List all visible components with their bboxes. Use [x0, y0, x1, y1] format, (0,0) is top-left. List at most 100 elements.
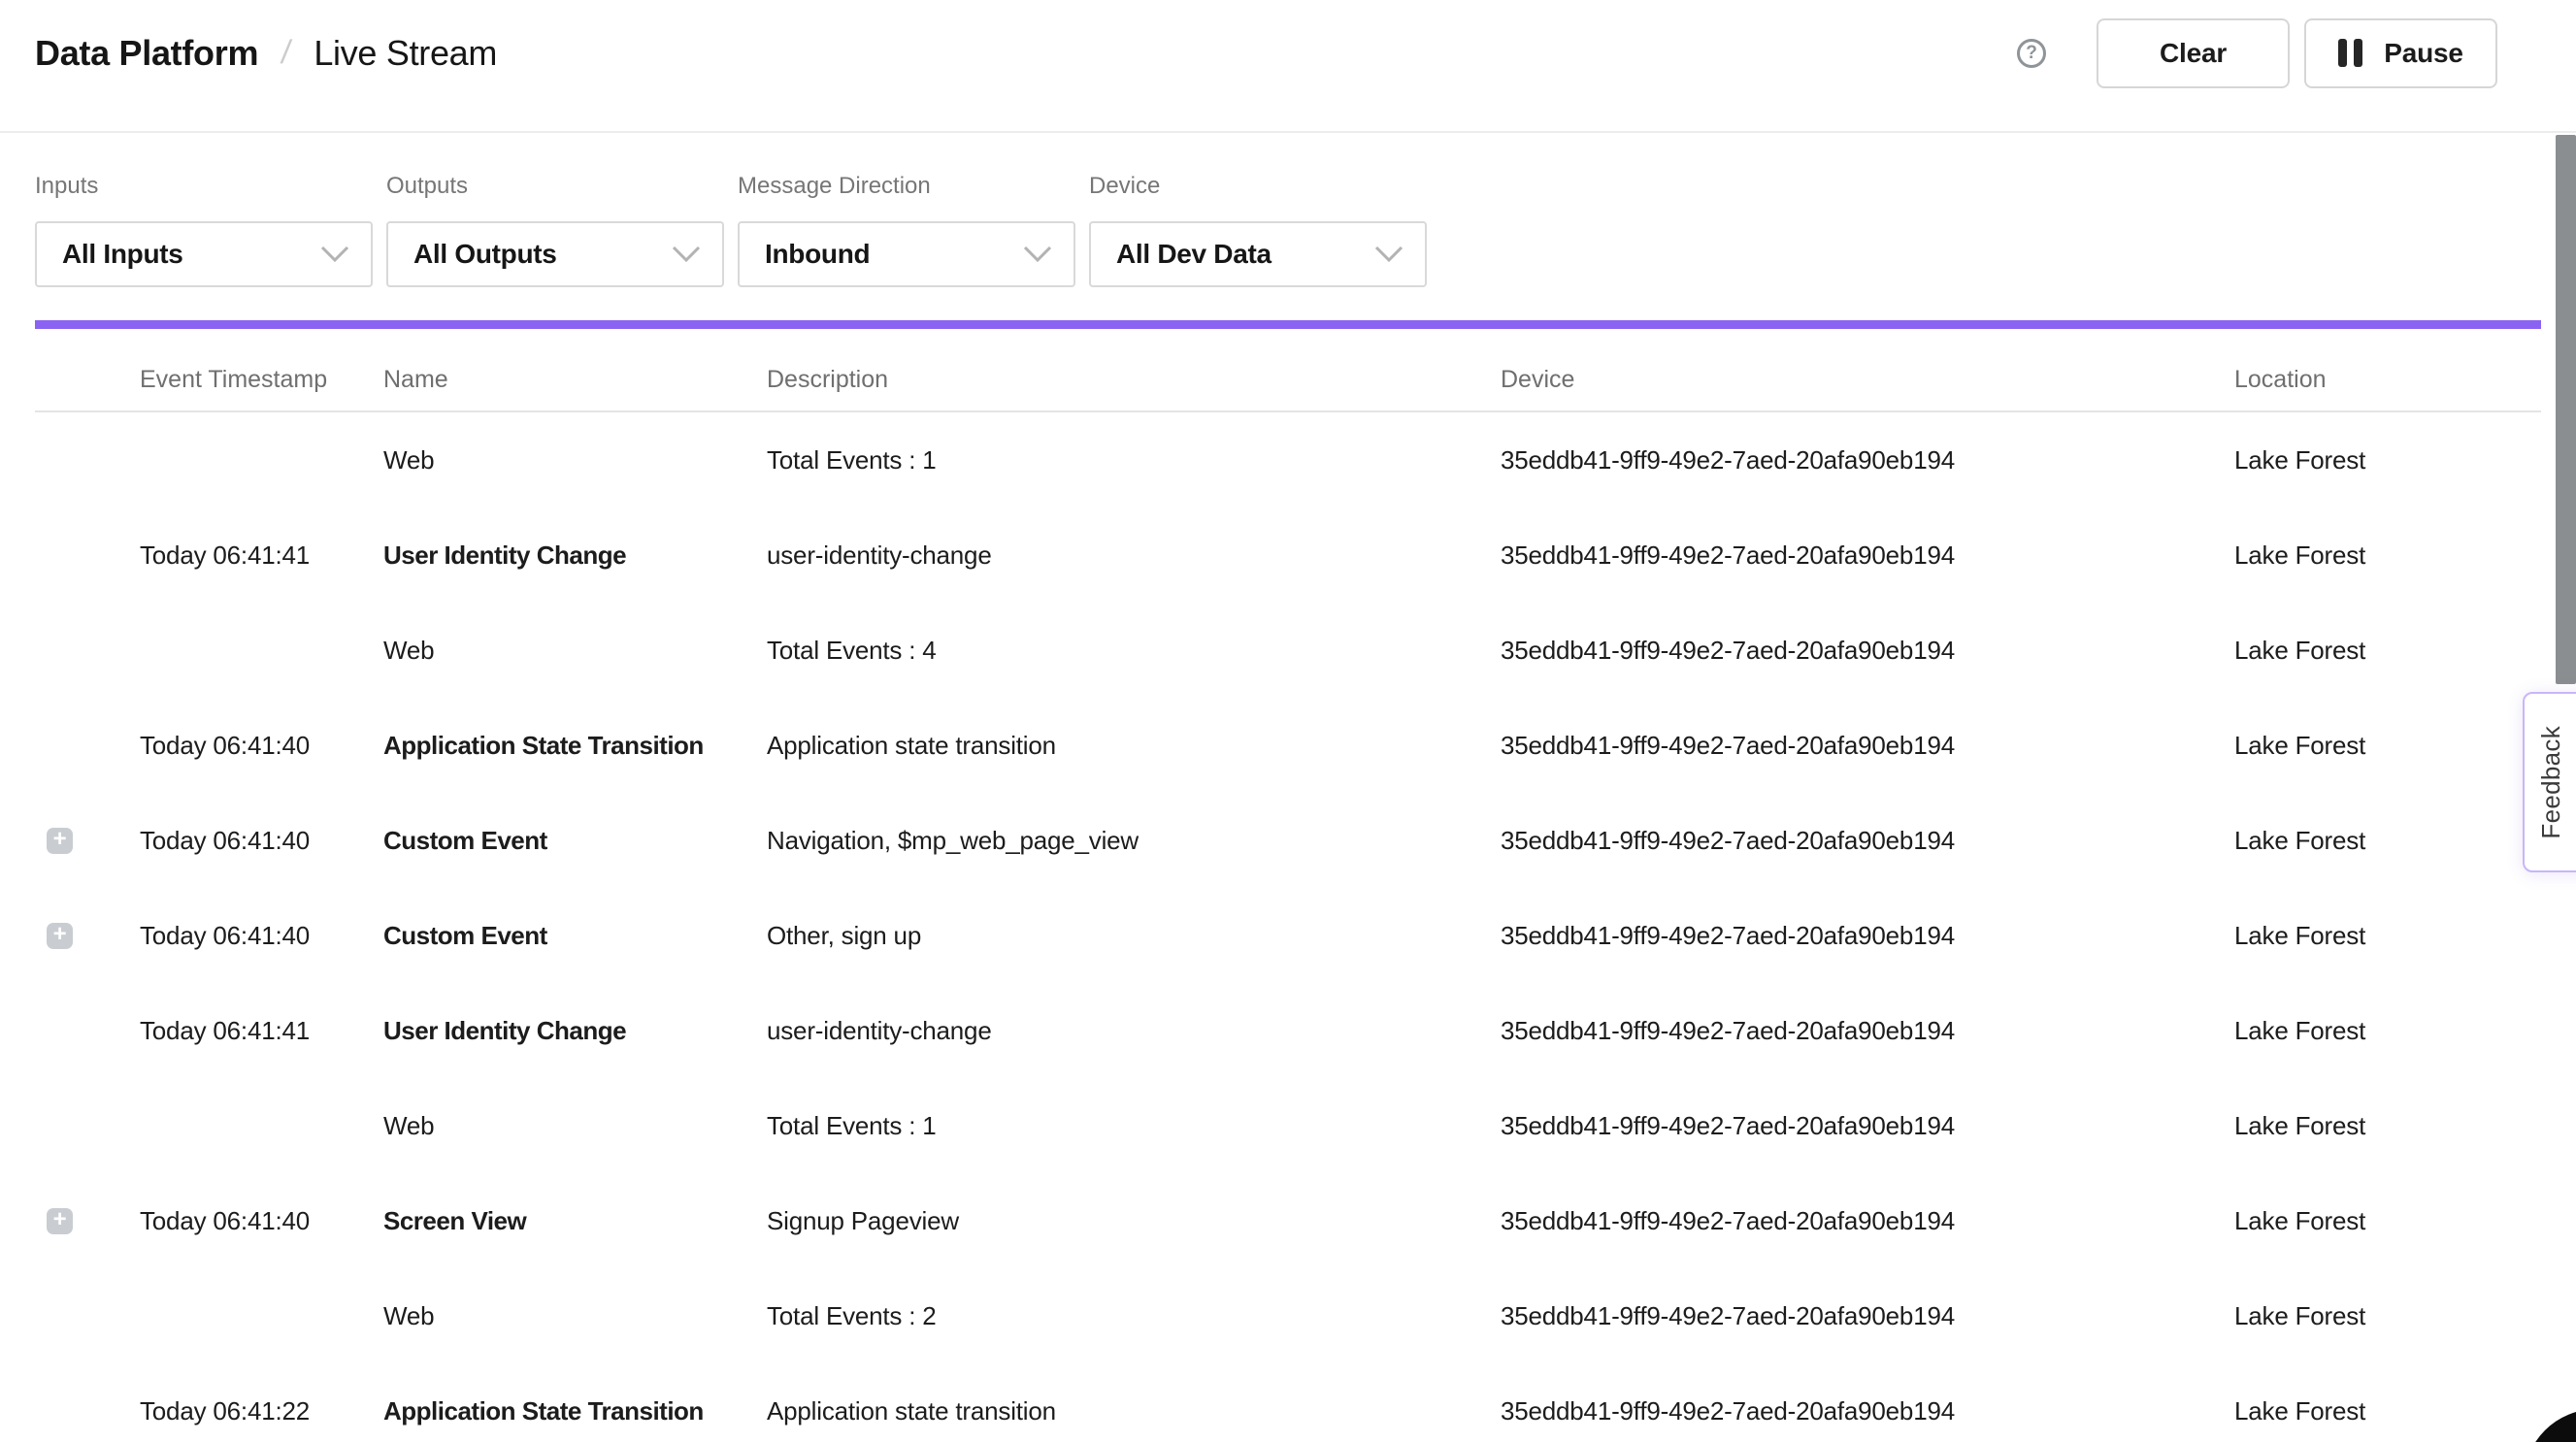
filter-selected-value: All Dev Data — [1116, 239, 1271, 270]
event-description-cell: Signup Pageview — [767, 1206, 1501, 1236]
event-description-cell: user-identity-change — [767, 541, 1501, 571]
expand-row-button[interactable]: + — [47, 828, 73, 854]
expander-cell: + — [35, 447, 140, 474]
breadcrumb-page-title: Live Stream — [314, 33, 497, 74]
plus-icon: + — [53, 1208, 67, 1231]
table-row: + Web Total Events : 2 35eddb41-9ff9-49e… — [35, 1268, 2541, 1363]
event-name-cell: Web — [383, 445, 767, 475]
location-cell: Lake Forest — [2234, 636, 2541, 666]
event-description-cell: Total Events : 4 — [767, 636, 1501, 666]
expander-cell: + — [35, 733, 140, 759]
location-cell: Lake Forest — [2234, 921, 2541, 951]
event-name-cell: Application State Transition — [383, 731, 767, 761]
filter-inputs: Inputs All Inputs — [35, 133, 373, 287]
filter-inputs-select[interactable]: All Inputs — [35, 221, 373, 287]
expander-cell: + — [35, 1113, 140, 1139]
expand-row-button[interactable]: + — [47, 923, 73, 949]
filter-device-select[interactable]: All Dev Data — [1089, 221, 1427, 287]
expander-cell: + — [35, 638, 140, 664]
chevron-down-icon — [672, 246, 701, 263]
event-name-cell: User Identity Change — [383, 541, 767, 571]
table-header-row: Event TimestampNameDescriptionDeviceLoca… — [35, 329, 2541, 412]
breadcrumb-section[interactable]: Data Platform — [35, 33, 258, 74]
breadcrumb: Data Platform / Live Stream — [35, 33, 497, 74]
feedback-tab-label: Feedback — [2536, 726, 2566, 839]
device-id-cell: 35eddb41-9ff9-49e2-7aed-20afa90eb194 — [1501, 921, 2234, 951]
event-description-cell: user-identity-change — [767, 1016, 1501, 1046]
expander-cell: + — [35, 1398, 140, 1425]
event-description-cell: Total Events : 2 — [767, 1301, 1501, 1331]
event-description-cell: Application state transition — [767, 731, 1501, 761]
column-header-name: Name — [383, 366, 767, 394]
expand-row-button[interactable]: + — [47, 1208, 73, 1234]
filter-bar: Inputs All Inputs Outputs All Outputs Me… — [35, 133, 1440, 287]
device-id-cell: 35eddb41-9ff9-49e2-7aed-20afa90eb194 — [1501, 541, 2234, 571]
table-row: + Today 06:41:22 Application State Trans… — [35, 1363, 2541, 1442]
event-timestamp-cell: Today 06:41:40 — [140, 921, 383, 951]
expander-cell: + — [35, 1018, 140, 1044]
expander-cell: + — [35, 542, 140, 569]
device-id-cell: 35eddb41-9ff9-49e2-7aed-20afa90eb194 — [1501, 1111, 2234, 1141]
header-actions: ? Clear Pause — [2017, 18, 2497, 88]
event-name-cell: Custom Event — [383, 921, 767, 951]
filter-selected-value: All Outputs — [413, 239, 557, 270]
device-id-cell: 35eddb41-9ff9-49e2-7aed-20afa90eb194 — [1501, 1301, 2234, 1331]
event-timestamp-cell: Today 06:41:22 — [140, 1396, 383, 1426]
table-row: + Web Total Events : 4 35eddb41-9ff9-49e… — [35, 603, 2541, 698]
filter-message-direction: Message Direction Inbound — [738, 133, 1075, 287]
filter-label: Outputs — [386, 173, 724, 200]
pause-button[interactable]: Pause — [2304, 18, 2497, 88]
expander-cell: + — [35, 1303, 140, 1329]
event-name-cell: Web — [383, 636, 767, 666]
event-timestamp-cell: Today 06:41:41 — [140, 1016, 383, 1046]
event-timestamp-cell: Today 06:41:40 — [140, 731, 383, 761]
filter-label: Device — [1089, 173, 1427, 200]
table-row: + Web Total Events : 1 35eddb41-9ff9-49e… — [35, 1078, 2541, 1173]
live-stream-page: Data Platform / Live Stream ? Clear Paus… — [0, 0, 2576, 1442]
filter-label: Message Direction — [738, 173, 1075, 200]
help-icon[interactable]: ? — [2017, 39, 2046, 68]
event-description-cell: Other, sign up — [767, 921, 1501, 951]
table-row: + Today 06:41:40 Custom Event Other, sig… — [35, 888, 2541, 983]
filter-device: Device All Dev Data — [1089, 133, 1427, 287]
chevron-down-icon — [1374, 246, 1404, 263]
location-cell: Lake Forest — [2234, 541, 2541, 571]
location-cell: Lake Forest — [2234, 445, 2541, 475]
device-id-cell: 35eddb41-9ff9-49e2-7aed-20afa90eb194 — [1501, 826, 2234, 856]
device-id-cell: 35eddb41-9ff9-49e2-7aed-20afa90eb194 — [1501, 636, 2234, 666]
expander-cell: + — [35, 1208, 140, 1234]
expander-cell: + — [35, 828, 140, 854]
feedback-tab[interactable]: Feedback — [2523, 692, 2576, 872]
chevron-down-icon — [320, 246, 349, 263]
event-description-cell: Navigation, $mp_web_page_view — [767, 826, 1501, 856]
clear-button[interactable]: Clear — [2097, 18, 2290, 88]
column-header-device: Device — [1501, 366, 2234, 394]
device-id-cell: 35eddb41-9ff9-49e2-7aed-20afa90eb194 — [1501, 445, 2234, 475]
table-row: + Web Total Events : 1 35eddb41-9ff9-49e… — [35, 412, 2541, 508]
filter-outputs-select[interactable]: All Outputs — [386, 221, 724, 287]
event-name-cell: Web — [383, 1301, 767, 1331]
chevron-down-icon — [1023, 246, 1052, 263]
table-row: + Today 06:41:40 Custom Event Navigation… — [35, 793, 2541, 888]
table-body: + Web Total Events : 1 35eddb41-9ff9-49e… — [35, 412, 2541, 1442]
event-description-cell: Total Events : 1 — [767, 445, 1501, 475]
device-id-cell: 35eddb41-9ff9-49e2-7aed-20afa90eb194 — [1501, 731, 2234, 761]
filter-message-direction-select[interactable]: Inbound — [738, 221, 1075, 287]
column-header-description: Description — [767, 366, 1501, 394]
filter-selected-value: All Inputs — [62, 239, 183, 270]
event-timestamp-cell: Today 06:41:40 — [140, 826, 383, 856]
event-name-cell: Web — [383, 1111, 767, 1141]
filter-selected-value: Inbound — [765, 239, 870, 270]
event-description-cell: Total Events : 1 — [767, 1111, 1501, 1141]
page-header: Data Platform / Live Stream ? Clear Paus… — [0, 0, 2576, 133]
column-header-event-timestamp: Event Timestamp — [140, 366, 383, 394]
event-name-cell: Custom Event — [383, 826, 767, 856]
event-timestamp-cell: Today 06:41:40 — [140, 1206, 383, 1236]
event-name-cell: Screen View — [383, 1206, 767, 1236]
device-id-cell: 35eddb41-9ff9-49e2-7aed-20afa90eb194 — [1501, 1206, 2234, 1236]
location-cell: Lake Forest — [2234, 1301, 2541, 1331]
filter-outputs: Outputs All Outputs — [386, 133, 724, 287]
table-row: + Today 06:41:40 Application State Trans… — [35, 698, 2541, 793]
vertical-scrollbar-thumb[interactable] — [2556, 135, 2576, 684]
expander-cell: + — [35, 923, 140, 949]
